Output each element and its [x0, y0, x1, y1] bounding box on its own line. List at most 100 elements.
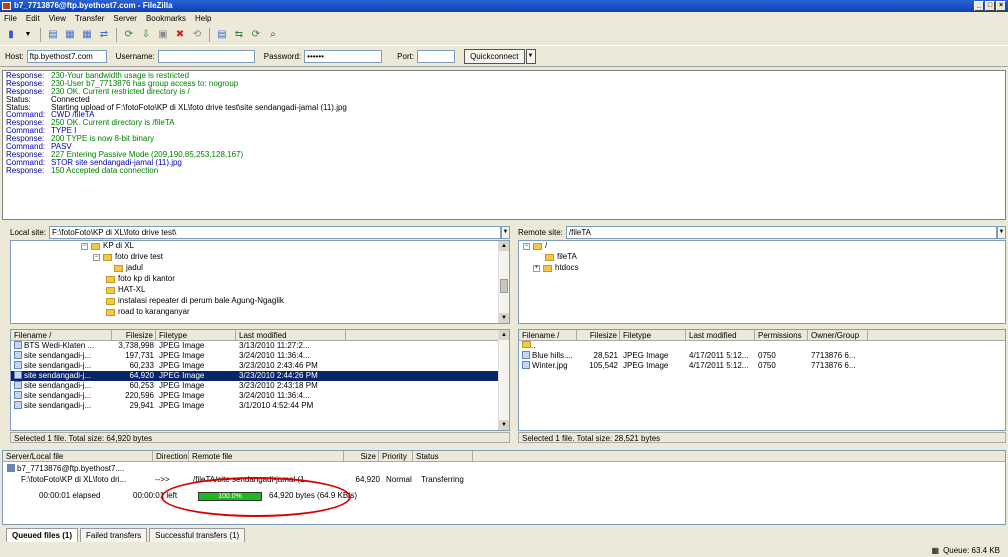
col-last-modified[interactable]: Last modified [236, 330, 346, 340]
tab-successful-transfers[interactable]: Successful transfers (1) [149, 528, 246, 542]
folder-icon [522, 341, 531, 348]
col-status[interactable]: Status [413, 451, 473, 461]
filter-icon[interactable]: ▤ [215, 28, 229, 42]
jpeg-file-icon [14, 361, 22, 369]
folder-icon [106, 297, 115, 305]
tree-item[interactable]: jadul [114, 263, 143, 273]
col-filesize[interactable]: Filesize [577, 330, 620, 340]
local-list-scrollbar[interactable]: ▲ ▼ [498, 330, 509, 430]
folder-icon [543, 264, 552, 272]
queue-direction: -->> [155, 475, 170, 484]
refresh-icon[interactable]: ⟳ [122, 28, 136, 42]
disconnect-icon[interactable]: ✖ [173, 28, 187, 42]
col-filetype[interactable]: Filetype [156, 330, 236, 340]
col-filesize[interactable]: Filesize [112, 330, 156, 340]
menu-server[interactable]: Server [113, 12, 137, 25]
local-file-row[interactable]: site sendangadi-j... 60,233 JPEG Image 3/23… [11, 361, 509, 371]
close-button[interactable]: × [996, 1, 1006, 11]
log-line: Command: TYPE I [6, 126, 77, 136]
tab-queued-files[interactable]: Queued files (1) [6, 528, 79, 542]
local-site-label: Local site: [10, 227, 47, 237]
menu-help[interactable]: Help [195, 12, 211, 25]
col-filename[interactable]: Filename / [519, 330, 577, 340]
menu-edit[interactable]: Edit [26, 12, 40, 25]
minimize-button[interactable]: _ [974, 1, 984, 11]
quickconnect-button[interactable]: Quickconnect [464, 49, 525, 64]
toolbar: ▮ ▼ ▤ ▦ ▦ ⇄ ⟳ ⇩ ▣ ✖ ⟲ ▤ ⇆ ⟳ ⌕ [0, 25, 1008, 46]
local-path-input[interactable]: F:\fotoFoto\KP di XL\foto drive test\ [49, 225, 501, 239]
cancel-icon[interactable]: ▣ [156, 28, 170, 42]
tree-item[interactable]: road to karanganyar [106, 307, 190, 317]
port-input[interactable] [417, 50, 456, 63]
remote-file-row[interactable]: Winter.jpg 105,542 JPEG Image 4/17/2011 5:1… [519, 361, 1005, 371]
col-size[interactable]: Size [344, 451, 379, 461]
tree-item[interactable]: − / [523, 241, 547, 251]
col-owner-group[interactable]: Owner/Group [808, 330, 868, 340]
local-file-row[interactable]: site sendangadi-j... 60,253 JPEG Image 3/23… [11, 381, 509, 391]
menu-file[interactable]: File [4, 12, 17, 25]
tree-item[interactable]: − foto drive test [93, 252, 163, 262]
queue-tabs: Queued files (1) Failed transfers Succes… [6, 528, 246, 542]
folder-icon [114, 264, 123, 272]
queue-local-file[interactable]: F:\fotoFoto\KP di XL\foto dri... [21, 475, 126, 485]
tree-item[interactable]: instalasi repeater di perum bale Agung-N… [106, 296, 284, 306]
local-tree-scrollbar[interactable]: ▲ ▼ [498, 241, 509, 323]
local-file-row-selected[interactable]: site sendangadi-j... 64,920 JPEG Image 3/23… [11, 371, 509, 381]
col-filetype[interactable]: Filetype [620, 330, 686, 340]
dropdown-icon[interactable]: ▼ [21, 28, 35, 42]
remote-status: Selected 1 file. Total size: 28,521 byte… [518, 432, 1006, 443]
menu-view[interactable]: View [49, 12, 66, 25]
site-manager-icon[interactable]: ▮ [4, 28, 18, 42]
col-last-modified[interactable]: Last modified [686, 330, 755, 340]
log-toggle-icon[interactable]: ▤ [46, 28, 60, 42]
queue-server[interactable]: b7_7713876@ftp.byethost7.... [7, 464, 124, 474]
menu-transfer[interactable]: Transfer [75, 12, 105, 25]
password-label: Password: [263, 52, 302, 61]
local-status: Selected 1 file. Total size: 64,920 byte… [10, 432, 510, 443]
queue-toggle-icon[interactable]: ⇄ [97, 28, 111, 42]
tree-item[interactable]: − KP di XL [81, 241, 134, 251]
window-title: b7_7713876@ftp.byethost7.com - FileZilla [14, 1, 173, 10]
folder-icon [106, 308, 115, 316]
local-file-row[interactable]: site sendangadi-j... 29,941 JPEG Image 3/1/… [11, 401, 509, 411]
tree-item[interactable]: foto kp di kantor [106, 274, 175, 284]
col-remote-file[interactable]: Remote file [189, 451, 344, 461]
jpeg-file-icon [14, 341, 22, 349]
find-icon[interactable]: ⌕ [266, 28, 280, 42]
tree-item[interactable]: fileTA [545, 252, 577, 262]
compare-icon[interactable]: ⇆ [232, 28, 246, 42]
local-file-list: Filename / Filesize Filetype Last modifi… [10, 329, 510, 431]
folder-icon [545, 253, 554, 261]
local-file-row[interactable]: BTS Wedi-Klaten ... 3,738,998 JPEG Image 3/… [11, 341, 509, 351]
col-direction[interactable]: Direction [153, 451, 189, 461]
local-file-row[interactable]: site sendangadi-j... 220,596 JPEG Image 3/2… [11, 391, 509, 401]
quickconnect-dropdown[interactable]: ▼ [525, 49, 536, 64]
remote-file-row[interactable]: .. [519, 341, 1005, 351]
col-filename[interactable]: Filename / [11, 330, 112, 340]
tab-failed-transfers[interactable]: Failed transfers [80, 528, 148, 542]
jpeg-file-icon [14, 351, 22, 359]
local-file-row[interactable]: site sendangadi-j... 197,731 JPEG Image 3/2… [11, 351, 509, 361]
host-input[interactable]: ftp.byethost7.com [26, 50, 107, 63]
tree-item[interactable]: + htdocs [533, 263, 579, 273]
col-server-local-file[interactable]: Server/Local file [3, 451, 153, 461]
tree-local-icon[interactable]: ▦ [63, 28, 77, 42]
password-input[interactable]: •••••• [304, 50, 383, 63]
remote-file-row[interactable]: Blue hills.... 28,521 JPEG Image 4/17/2011 … [519, 351, 1005, 361]
maximize-button[interactable]: □ [985, 1, 995, 11]
col-priority[interactable]: Priority [379, 451, 413, 461]
username-input[interactable] [157, 50, 255, 63]
menu-bookmarks[interactable]: Bookmarks [146, 12, 186, 25]
folder-icon [103, 253, 112, 261]
local-path-dropdown[interactable]: ▼ [501, 225, 510, 239]
col-permissions[interactable]: Permissions [755, 330, 808, 340]
tree-item[interactable]: HAT-XL [106, 285, 145, 295]
sync-browse-icon[interactable]: ⟳ [249, 28, 263, 42]
reconnect-icon[interactable]: ⟲ [190, 28, 204, 42]
message-log: Response: 230-Your bandwidth usage is res… [2, 70, 1006, 220]
remote-path-dropdown[interactable]: ▼ [997, 225, 1006, 239]
jpeg-file-icon [14, 401, 22, 409]
process-queue-icon[interactable]: ⇩ [139, 28, 153, 42]
remote-path-input[interactable]: /fileTA [565, 225, 997, 239]
tree-remote-icon[interactable]: ▦ [80, 28, 94, 42]
